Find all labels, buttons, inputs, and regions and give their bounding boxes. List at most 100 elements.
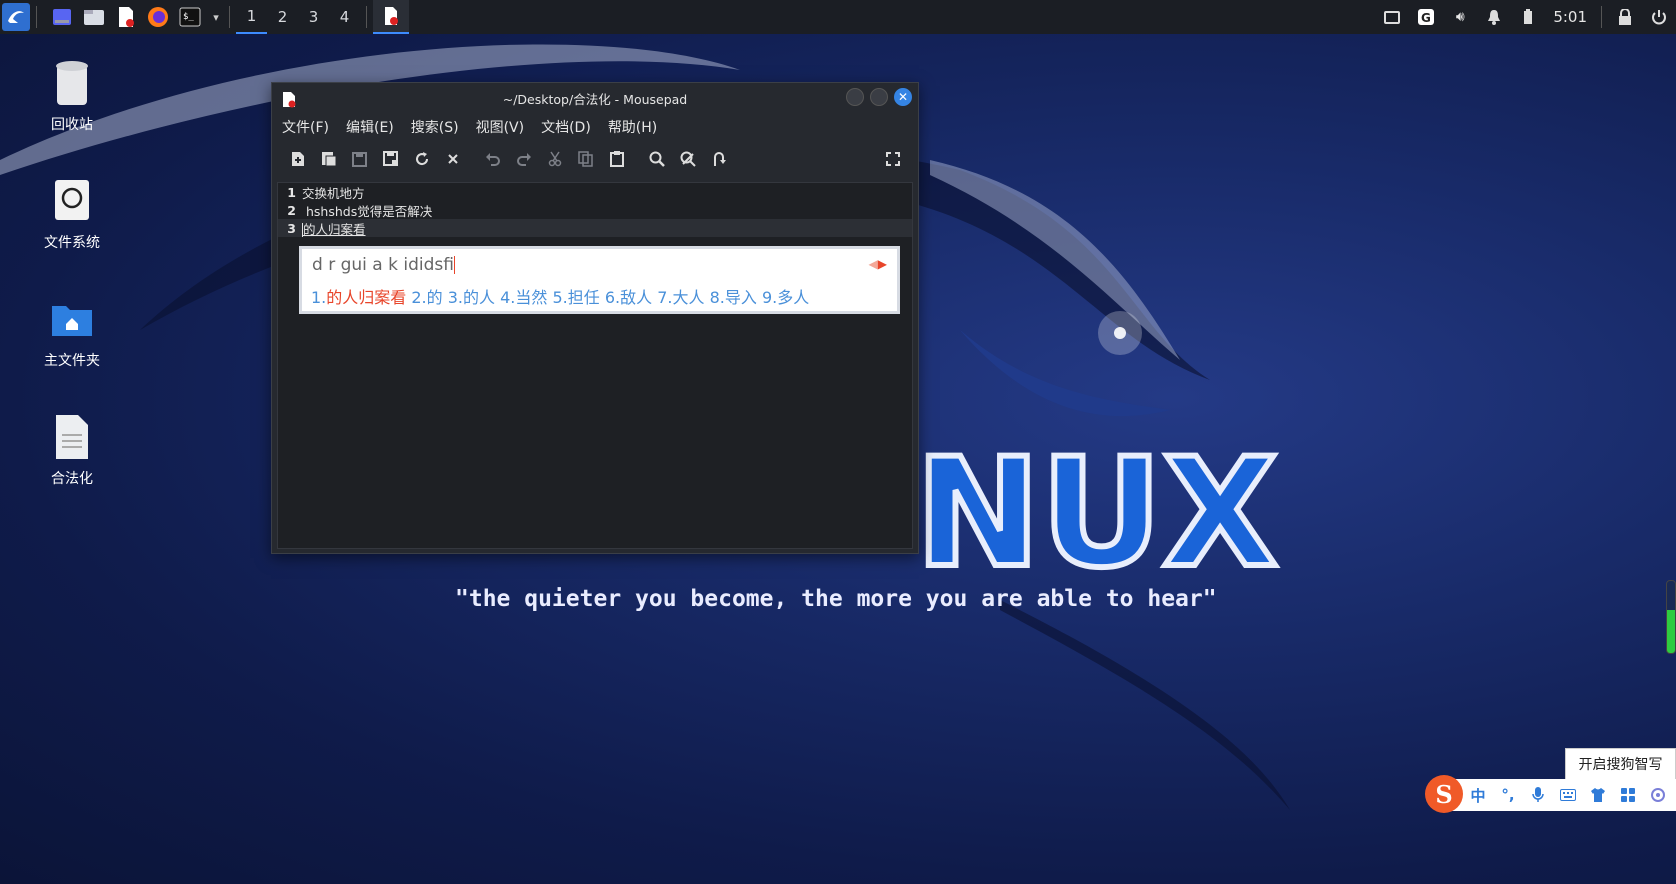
search-button[interactable]	[641, 144, 672, 174]
panel-separator	[229, 6, 230, 28]
sogou-logo-icon[interactable]: S	[1425, 775, 1463, 813]
ime-candidate-6[interactable]: 6.敌人	[605, 288, 652, 307]
new-window-button[interactable]	[313, 144, 344, 174]
kali-menu-icon[interactable]	[2, 3, 30, 31]
trash-icon	[50, 58, 94, 108]
home-folder-icon	[50, 294, 94, 344]
lock-icon[interactable]	[1608, 0, 1642, 34]
grammarly-icon[interactable]: G	[1409, 0, 1443, 34]
input-mode-toggle[interactable]: 中	[1463, 779, 1493, 811]
ime-candidate-popup: d r gui a k ididsfi ◀▶ 1.的人归案看 2.的 3.的人 …	[299, 246, 900, 314]
next-page-icon[interactable]: ▶	[878, 257, 887, 271]
toolbox-grid-icon[interactable]	[1613, 779, 1643, 811]
menu-search[interactable]: 搜索(S)	[411, 117, 459, 137]
mousepad-launcher-icon[interactable]	[113, 4, 139, 30]
minimize-button[interactable]	[846, 88, 864, 106]
ime-candidate-9[interactable]: 9.多人	[762, 288, 809, 307]
workspace-4[interactable]: 4	[329, 0, 360, 34]
desktop-icon-trash[interactable]: 回收站	[12, 58, 132, 134]
go-to-line-button[interactable]	[703, 144, 734, 174]
drive-icon	[50, 176, 94, 226]
show-desktop-icon[interactable]	[49, 4, 75, 30]
ime-candidate-7[interactable]: 7.大人	[657, 288, 704, 307]
chevron-down-icon[interactable]: ▾	[209, 4, 223, 30]
desktop-icon-label: 回收站	[51, 117, 93, 133]
find-replace-button[interactable]	[672, 144, 703, 174]
taskbar-mousepad-button[interactable]	[373, 0, 409, 34]
punctuation-toggle[interactable]: °,	[1493, 779, 1523, 811]
prev-page-icon[interactable]: ◀	[869, 257, 878, 271]
sogou-tip[interactable]: 开启搜狗智写	[1565, 748, 1676, 780]
save-as-button[interactable]	[375, 144, 406, 174]
window-title: ~/Desktop/合法化 - Mousepad	[502, 91, 688, 107]
desktop-icon-label: 主文件夹	[44, 353, 100, 369]
window-titlebar[interactable]: ~/Desktop/合法化 - Mousepad ✕	[272, 83, 918, 113]
microphone-icon[interactable]	[1523, 779, 1553, 811]
panel-separator	[366, 6, 367, 28]
screen-icon[interactable]	[1375, 0, 1409, 34]
workspace-3[interactable]: 3	[298, 0, 329, 34]
workspace-1[interactable]: 1	[236, 0, 267, 34]
copy-button[interactable]	[570, 144, 601, 174]
editor-line: 2 hshshds觉得是否解决	[278, 201, 912, 219]
new-document-button[interactable]	[282, 144, 313, 174]
wallpaper-logo-text: NUX	[915, 427, 1278, 601]
ime-candidate-2[interactable]: 2.的	[411, 288, 442, 307]
battery-icon[interactable]	[1511, 0, 1545, 34]
sogou-toolbar: S 中 °,	[1425, 775, 1676, 813]
editor-line: 1 交换机地方	[278, 183, 912, 201]
desktop-icon-label: 文件系统	[44, 235, 100, 251]
keyboard-icon[interactable]	[1553, 779, 1583, 811]
desktop-icon-file[interactable]: 合法化	[12, 412, 132, 488]
line-number: 3	[287, 220, 296, 236]
cut-button[interactable]	[539, 144, 570, 174]
maximize-button[interactable]	[870, 88, 888, 106]
firefox-icon[interactable]	[145, 4, 171, 30]
clock[interactable]: 5:01	[1545, 8, 1595, 26]
notification-bell-icon[interactable]	[1477, 0, 1511, 34]
ime-composition-text: d r gui a k ididsfi	[312, 255, 454, 275]
text-editor[interactable]: 1 交换机地方 2 hshshds觉得是否解决 3 的人归案看	[277, 182, 913, 549]
desktop-icon-label: 合法化	[51, 471, 93, 487]
skin-shirt-icon[interactable]	[1583, 779, 1613, 811]
undo-button[interactable]	[477, 144, 508, 174]
text-file-icon	[50, 412, 94, 462]
fullscreen-button[interactable]	[877, 144, 908, 174]
ime-candidate-1[interactable]: 1.的人归案看	[311, 288, 406, 307]
volume-slider[interactable]	[1666, 580, 1676, 654]
file-manager-icon[interactable]	[81, 4, 107, 30]
ime-candidate-3[interactable]: 3.的人	[448, 288, 495, 307]
toolbar	[272, 141, 918, 177]
menu-file[interactable]: 文件(F)	[282, 117, 329, 137]
svg-text:G: G	[1421, 11, 1431, 25]
desktop-icon-filesystem[interactable]: 文件系统	[12, 176, 132, 252]
desktop-icon-home[interactable]: 主文件夹	[12, 294, 132, 370]
panel-separator	[1601, 6, 1602, 28]
wallpaper-motto: "the quieter you become, the more you ar…	[455, 586, 1217, 612]
menu-edit[interactable]: 编辑(E)	[346, 117, 394, 137]
volume-icon[interactable]: 🔊︎	[1443, 0, 1477, 34]
menu-help[interactable]: 帮助(H)	[608, 117, 657, 137]
ime-candidate-5[interactable]: 5.担任	[553, 288, 600, 307]
top-panel: $_ ▾ 1 2 3 4 G 🔊︎ 5:01	[0, 0, 1676, 34]
redo-button[interactable]	[508, 144, 539, 174]
ime-candidate-4[interactable]: 4.当然	[500, 288, 547, 307]
assistant-icon[interactable]	[1643, 779, 1673, 811]
menu-document[interactable]: 文档(D)	[541, 117, 591, 137]
save-button[interactable]	[344, 144, 375, 174]
terminal-icon[interactable]: $_	[177, 4, 203, 30]
close-button[interactable]: ✕	[894, 88, 912, 106]
mousepad-window: ~/Desktop/合法化 - Mousepad ✕ 文件(F) 编辑(E) 搜…	[271, 82, 919, 554]
menubar: 文件(F) 编辑(E) 搜索(S) 视图(V) 文档(D) 帮助(H)	[272, 113, 918, 141]
close-document-button[interactable]	[437, 144, 468, 174]
workspace-2[interactable]: 2	[267, 0, 298, 34]
line-text: hshshds觉得是否解决	[302, 203, 433, 219]
ime-candidate-8[interactable]: 8.导入	[710, 288, 757, 307]
power-icon[interactable]	[1642, 0, 1676, 34]
line-number: 1	[287, 184, 296, 200]
menu-view[interactable]: 视图(V)	[476, 117, 525, 137]
paste-button[interactable]	[601, 144, 632, 174]
reload-button[interactable]	[406, 144, 437, 174]
line-number: 2	[287, 202, 296, 218]
ime-page-nav: ◀▶	[869, 257, 887, 271]
